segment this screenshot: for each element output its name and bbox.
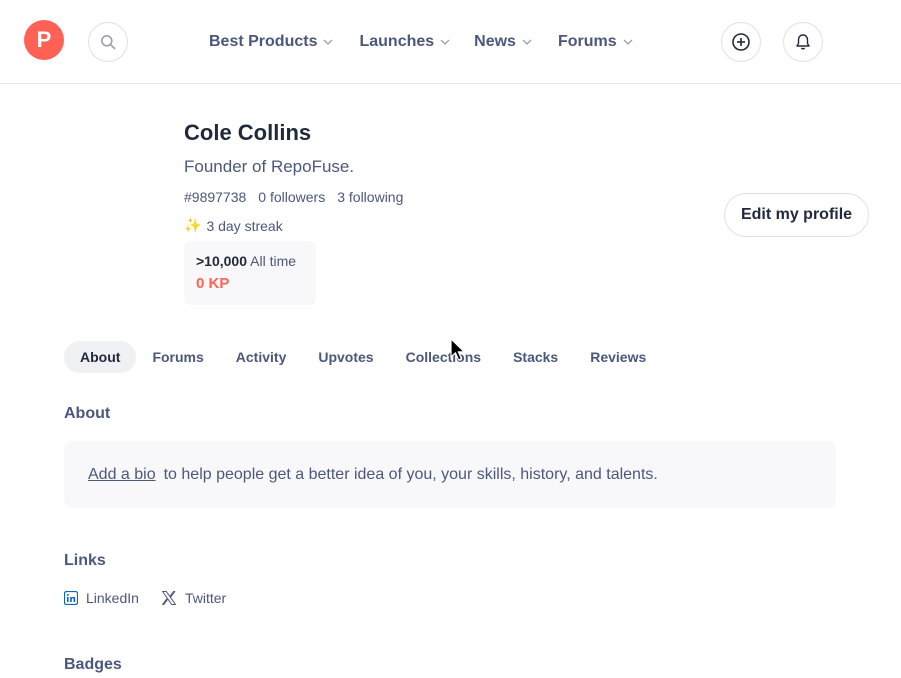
nav-forums[interactable]: Forums — [558, 33, 633, 51]
twitter-link[interactable]: Twitter — [161, 590, 226, 606]
linkedin-link[interactable]: LinkedIn — [64, 590, 139, 606]
tab-about[interactable]: About — [64, 341, 137, 373]
chevron-down-icon — [522, 39, 532, 45]
profile-headline: Founder of RepoFuse. — [184, 157, 355, 176]
chevron-down-icon — [623, 39, 633, 45]
links-heading: Links — [64, 552, 106, 569]
top-navbar: P Best Products Launches News Forums — [0, 0, 901, 84]
main-nav: Best Products Launches News Forums — [209, 32, 659, 52]
tab-forums[interactable]: Forums — [136, 341, 219, 373]
nav-news[interactable]: News — [474, 33, 532, 51]
linkedin-icon — [64, 591, 78, 605]
bell-icon — [796, 34, 810, 50]
edit-profile-button[interactable]: Edit my profile — [724, 193, 869, 237]
search-button[interactable] — [88, 22, 128, 62]
profile-tabs: About Forums Activity Upvotes Collection… — [64, 341, 662, 373]
badges-heading: Badges — [64, 656, 122, 673]
tab-collections[interactable]: Collections — [390, 341, 497, 373]
chevron-down-icon — [440, 39, 450, 45]
about-heading: About — [64, 405, 111, 422]
profile-meta: #9897738 0 followers 3 following — [184, 189, 415, 205]
rank-value: >10,000 — [196, 253, 247, 269]
tab-stacks[interactable]: Stacks — [497, 341, 574, 373]
sparkles-icon: ✨ — [184, 217, 202, 233]
rank-row: >10,000 All time — [196, 253, 304, 269]
search-icon — [101, 35, 116, 50]
user-id: #9897738 — [184, 189, 247, 205]
linkedin-label: LinkedIn — [86, 590, 139, 606]
add-bio-link[interactable]: Add a bio — [88, 466, 156, 484]
mouse-pointer-icon — [450, 338, 465, 361]
nav-best-products[interactable]: Best Products — [209, 33, 333, 51]
notifications-button[interactable] — [783, 22, 823, 62]
rank-label: All time — [250, 253, 297, 269]
streak-label: 3 day streak — [206, 217, 283, 234]
product-hunt-logo[interactable]: P — [24, 20, 64, 60]
nav-launches[interactable]: Launches — [359, 33, 450, 51]
chevron-down-icon — [324, 39, 333, 45]
tab-activity[interactable]: Activity — [220, 341, 303, 373]
kp-value: 0 KP — [196, 275, 230, 292]
links-list: LinkedIn Twitter — [64, 590, 248, 606]
tab-upvotes[interactable]: Upvotes — [302, 341, 389, 373]
twitter-label: Twitter — [184, 590, 227, 606]
following-link[interactable]: 3 following — [337, 189, 403, 205]
profile-name: Cole Collins — [184, 120, 312, 145]
bio-box: Add a bio to help people get a better id… — [64, 441, 836, 508]
followers-link[interactable]: 0 followers — [258, 189, 325, 205]
streak[interactable]: ✨ 3 day streak — [184, 217, 283, 234]
karma-points-card[interactable]: >10,000 All time 0 KP — [184, 241, 316, 305]
bio-prompt: to help people get a better idea of you,… — [163, 465, 658, 483]
tab-reviews[interactable]: Reviews — [574, 341, 662, 373]
plus-circle-icon — [732, 33, 750, 51]
x-icon — [161, 590, 177, 606]
submit-button[interactable] — [721, 22, 761, 62]
